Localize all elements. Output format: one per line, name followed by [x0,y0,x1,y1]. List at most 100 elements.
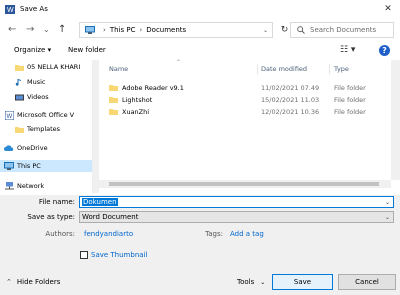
up-button[interactable]: ↑ [58,24,66,36]
recent-locations-button[interactable]: ⌄ [43,24,50,36]
organize-button[interactable]: Organize ▾ [14,46,51,54]
table-row[interactable]: XuanZhi 12/02/2021 10.36 File folder [109,106,389,117]
file-name-label: File name: [38,198,75,206]
save-thumbnail-checkbox[interactable] [80,251,88,259]
sidebar-item-label: Templates [27,125,61,133]
folder-icon [109,109,118,115]
refresh-icon: ↻ [280,25,289,35]
videos-icon [14,94,24,100]
save-options-panel: File name: Dokumen ⌄ Save as type: Word … [0,195,400,295]
save-button[interactable]: Save [272,274,333,290]
scrollbar-thumb[interactable] [109,182,379,186]
sidebar-item-label: Microsoft Office V [17,111,75,119]
pc-icon [4,162,14,170]
file-name-value: Dokumen [82,198,118,206]
hide-folders-toggle[interactable]: ⌃ Hide Folders [6,276,60,288]
authors-label: Authors: [45,230,75,238]
sidebar-item-label: Music [27,78,46,86]
chevron-down-icon: ⌄ [260,278,266,286]
folder-icon [109,97,118,103]
hide-folders-label: Hide Folders [16,278,61,286]
breadcrumb-this-pc[interactable]: This PC [110,26,136,34]
pc-icon [85,26,95,34]
breadcrumb-separator: › [139,26,143,34]
navigation-bar: ← → ⌄ ↑ › This PC › Documents ⌄ ↻ Search… [0,20,400,42]
file-date: 12/02/2021 10.36 [261,107,320,116]
view-options-button[interactable]: ☷ ▾ [340,45,355,55]
file-name: XuanZhi [122,107,150,116]
search-box[interactable]: Search Documents [290,22,394,38]
forward-button[interactable]: → [26,24,34,36]
sidebar-item-label: 05 NELLA KHARI [27,63,81,71]
word-icon: W [4,110,14,120]
address-dropdown-icon[interactable]: ⌄ [263,27,268,34]
file-list: ⌃ Name Date modified Type Adobe Reader v… [99,59,391,180]
search-icon [297,26,305,34]
close-icon: ✕ [384,4,392,14]
search-placeholder: Search Documents [310,26,377,34]
sidebar-item-label: Network [17,182,45,190]
sidebar-item-label: This PC [17,162,41,170]
column-header-date-modified[interactable]: Date modified [261,65,307,73]
sidebar-item-this-pc[interactable]: This PC [0,160,92,172]
column-divider[interactable] [329,64,330,74]
file-date: 15/02/2021 11.03 [261,95,320,104]
column-divider[interactable] [257,64,258,74]
svg-text:W: W [7,7,14,14]
title-bar: W Save As ✕ [0,0,400,18]
save-as-type-label: Save as type: [27,213,75,221]
chevron-up-icon: ⌃ [6,278,12,286]
network-icon [4,182,14,190]
file-name-input[interactable]: Dokumen ⌄ [79,196,394,208]
view-icon: ☷ ▾ [340,45,356,55]
sidebar-item-onedrive[interactable]: OneDrive [4,142,48,154]
tools-label: Tools [237,278,255,286]
authors-field[interactable]: fendyandiarto [84,230,133,238]
up-arrow-icon: ↑ [58,24,67,35]
chevron-down-icon[interactable]: ⌄ [385,199,390,206]
tags-field[interactable]: Add a tag [230,230,264,238]
sidebar-item-templates[interactable]: Templates [14,123,60,135]
address-bar[interactable]: › This PC › Documents ⌄ [79,22,273,38]
file-date: 11/02/2021 07.49 [261,83,320,92]
file-name: Adobe Reader v9.1 [122,83,184,92]
table-row[interactable]: Lightshot 15/02/2021 11.03 File folder [109,94,389,105]
sidebar-item-label: OneDrive [17,144,48,152]
folder-icon [14,126,24,133]
file-type: File folder [334,83,366,92]
save-thumbnail-label[interactable]: Save Thumbnail [91,251,147,259]
cancel-button[interactable]: Cancel [338,274,396,290]
file-type: File folder [334,107,366,116]
save-as-type-select[interactable]: Word Document ⌄ [79,211,394,223]
sidebar-item-label: Videos [27,93,49,101]
file-list-vertical-scrollbar[interactable] [391,60,400,180]
sidebar-item-videos[interactable]: Videos [14,91,49,103]
folder-icon [109,85,118,91]
sort-ascending-icon: ⌃ [176,59,182,66]
tools-menu-button[interactable]: Tools ⌄ [237,276,265,288]
sidebar-item-network[interactable]: Network [4,180,44,192]
music-icon [15,79,21,86]
forward-arrow-icon: → [26,24,35,35]
breadcrumb-separator: › [103,26,106,34]
sidebar-item-microsoft-office[interactable]: W Microsoft Office V [4,109,74,121]
sidebar-item-music[interactable]: Music [14,76,46,88]
close-button[interactable]: ✕ [376,0,400,18]
tags-label: Tags: [205,230,223,238]
file-list-horizontal-scrollbar[interactable] [99,180,391,188]
table-row[interactable]: Adobe Reader v9.1 11/02/2021 07.49 File … [109,82,389,93]
breadcrumb-documents[interactable]: Documents [146,26,186,34]
column-header-type[interactable]: Type [334,65,349,73]
file-name: Lightshot [122,95,153,104]
navigation-pane: 05 NELLA KHARI Music Videos W Microsoft … [0,60,93,193]
sidebar-item-nella-khari[interactable]: 05 NELLA KHARI [14,61,80,73]
folder-icon [14,64,24,71]
svg-text:W: W [6,114,12,120]
save-as-type-value: Word Document [82,213,139,221]
column-header-name[interactable]: Name [109,65,128,73]
new-folder-button[interactable]: New folder [68,46,106,54]
help-button[interactable]: ? [379,45,390,56]
word-app-icon: W [5,4,15,14]
cloud-icon [4,145,14,151]
back-button[interactable]: ← [8,24,16,36]
